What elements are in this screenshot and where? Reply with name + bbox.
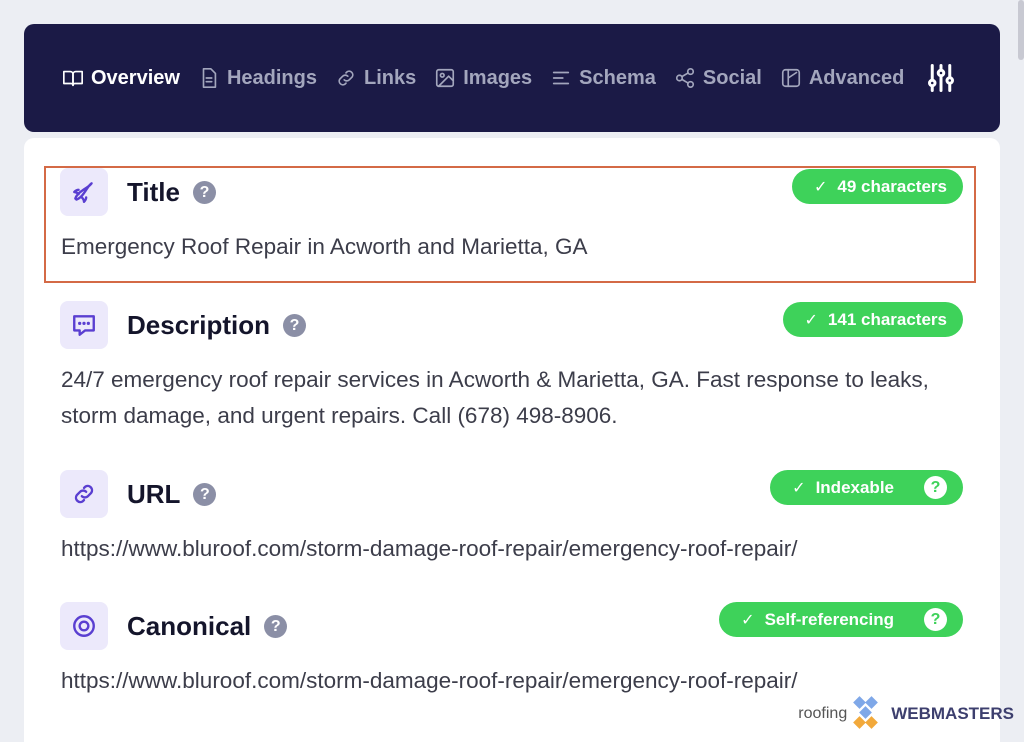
overview-panel: Title ? ✓ 49 characters Emergency Roof R… bbox=[24, 138, 1000, 742]
description-help-icon[interactable]: ? bbox=[283, 314, 307, 337]
indexable-help-icon[interactable]: ? bbox=[924, 476, 947, 499]
description-heading-text: Description bbox=[127, 310, 271, 340]
check-icon: ✓ bbox=[804, 311, 818, 329]
comment-icon bbox=[73, 315, 95, 336]
indexable-label: Indexable bbox=[815, 477, 894, 497]
url-icon-box bbox=[60, 470, 108, 518]
url-heading: URL ? bbox=[127, 479, 217, 510]
tab-overview[interactable]: Overview bbox=[62, 67, 180, 90]
watermark-prefix: roofing bbox=[798, 705, 848, 722]
tab-social-label: Social bbox=[702, 66, 762, 89]
top-nav: Overview Headings Links Images Schema So… bbox=[24, 24, 1000, 132]
canonical-heading: Canonical ? bbox=[127, 611, 288, 642]
self-referencing-badge: ✓ Self-referencing ? bbox=[719, 602, 963, 637]
canonical-icon-box bbox=[60, 602, 108, 650]
share-icon bbox=[675, 68, 694, 88]
title-highlight-box bbox=[44, 166, 976, 283]
url-heading-text: URL bbox=[127, 479, 181, 509]
self-referencing-help-icon[interactable]: ? bbox=[924, 608, 947, 631]
check-icon: ✓ bbox=[792, 479, 806, 497]
tab-advanced[interactable]: Advanced bbox=[780, 66, 905, 90]
advanced-icon bbox=[781, 68, 800, 88]
roofing-webmasters-logo bbox=[853, 696, 879, 729]
watermark-brand: WEBMASTERS bbox=[891, 704, 1014, 723]
description-icon-box bbox=[60, 301, 108, 349]
canonical-help-icon[interactable]: ? bbox=[264, 615, 288, 638]
url-help-icon[interactable]: ? bbox=[193, 483, 217, 506]
tab-images[interactable]: Images bbox=[434, 67, 532, 90]
watermark: roofing WEBMASTERS bbox=[798, 696, 1014, 732]
document-icon bbox=[202, 68, 217, 88]
scrollbar[interactable] bbox=[1018, 0, 1024, 60]
book-icon bbox=[63, 70, 83, 87]
self-referencing-label: Self-referencing bbox=[764, 609, 894, 629]
tab-schema-label: Schema bbox=[579, 66, 656, 89]
url-value: https://www.bluroof.com/storm-damage-roo… bbox=[61, 536, 798, 561]
description-heading: Description ? bbox=[127, 310, 307, 341]
tab-overview-label: Overview bbox=[91, 66, 180, 89]
canonical-heading-text: Canonical bbox=[127, 611, 252, 641]
description-value: 24/7 emergency roof repair services in A… bbox=[61, 367, 929, 428]
canonical-value: https://www.bluroof.com/storm-damage-roo… bbox=[61, 668, 798, 693]
description-length-label: 141 characters bbox=[827, 309, 947, 329]
tab-headings[interactable]: Headings bbox=[198, 67, 317, 90]
tab-advanced-label: Advanced bbox=[808, 66, 905, 89]
tab-headings-label: Headings bbox=[226, 66, 317, 89]
indexable-badge: ✓ Indexable ? bbox=[770, 470, 963, 505]
link-icon bbox=[74, 484, 94, 504]
target-icon bbox=[73, 615, 95, 637]
image-icon bbox=[436, 68, 455, 88]
description-length-badge: ✓ 141 characters bbox=[782, 302, 963, 337]
tab-links-label: Links bbox=[363, 66, 417, 89]
sliders-icon bbox=[928, 64, 955, 92]
tab-images-label: Images bbox=[463, 66, 533, 89]
check-icon: ✓ bbox=[741, 611, 755, 629]
list-icon bbox=[553, 71, 570, 85]
tab-schema[interactable]: Schema bbox=[550, 67, 656, 90]
tab-links[interactable]: Links bbox=[335, 67, 416, 90]
tab-social[interactable]: Social bbox=[674, 67, 762, 90]
settings-button[interactable] bbox=[926, 63, 956, 93]
link-icon bbox=[338, 70, 354, 86]
